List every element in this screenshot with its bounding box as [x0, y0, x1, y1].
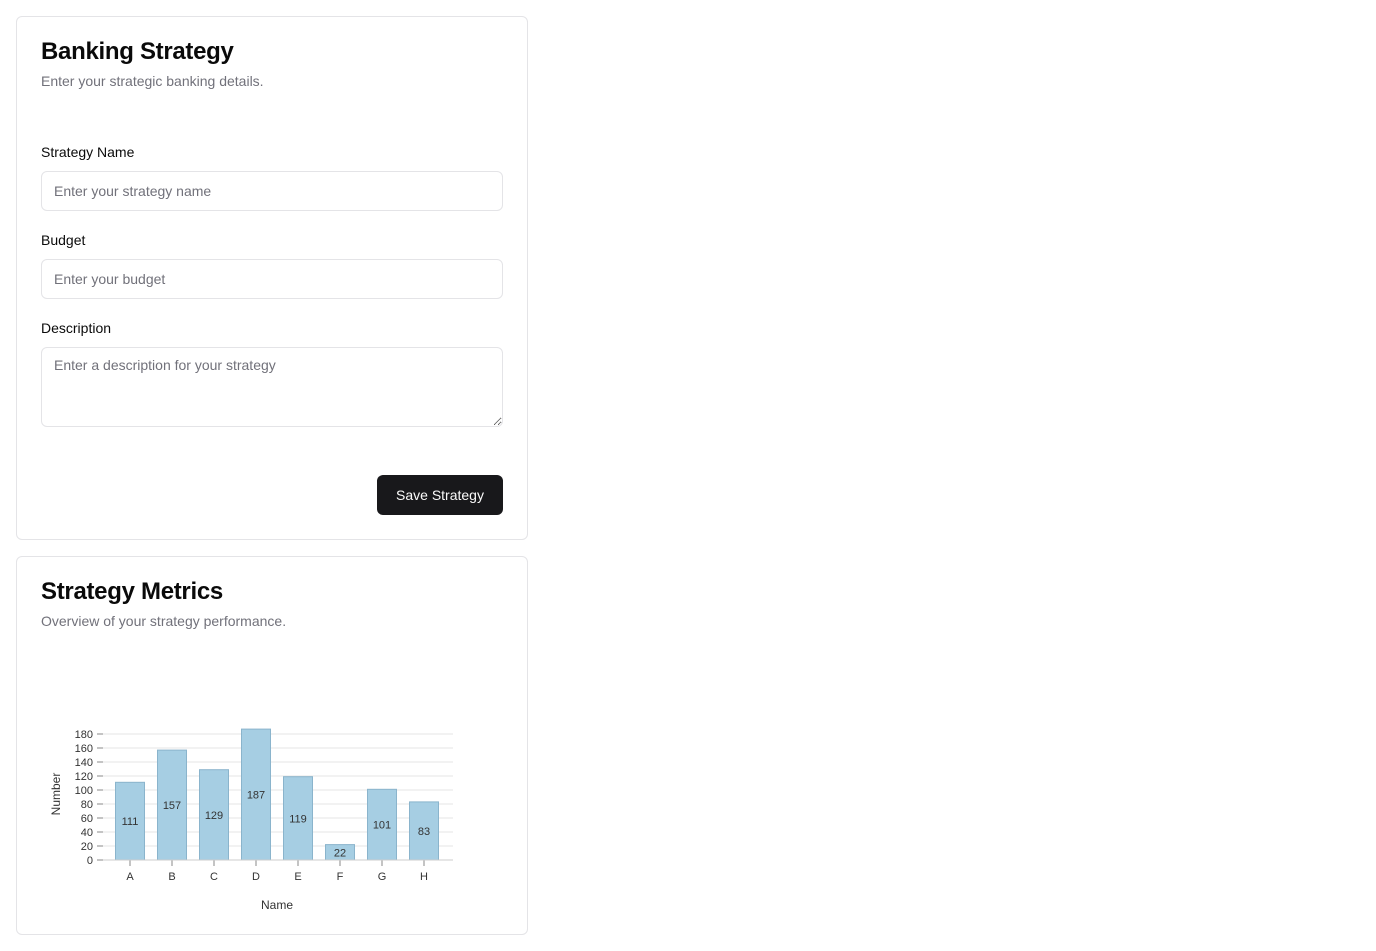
budget-label: Budget — [41, 232, 86, 248]
y-tick-label: 140 — [75, 757, 93, 769]
x-tick-label: C — [210, 871, 218, 883]
y-tick-label: 20 — [81, 841, 93, 853]
chart-bars: 111 157 129 187 119 22 101 83 — [115, 728, 439, 861]
y-tick-label: 0 — [87, 855, 93, 867]
x-tick-label: D — [252, 871, 260, 883]
chart-grid — [103, 733, 453, 861]
banking-strategy-card: Banking Strategy Enter your strategic ba… — [16, 16, 528, 540]
x-tick-label: A — [126, 871, 134, 883]
x-tick-label: E — [294, 871, 301, 883]
bar-value-label: 119 — [289, 813, 307, 825]
x-tick-label: B — [168, 871, 175, 883]
bar-value-label: 101 — [373, 820, 391, 832]
bar-value-label: 157 — [163, 800, 181, 812]
budget-input[interactable] — [41, 259, 503, 299]
bar-value-label: 111 — [122, 816, 139, 828]
y-axis-title: Number — [49, 773, 63, 816]
x-tick-label: H — [420, 871, 428, 883]
x-tick-label: F — [337, 871, 344, 883]
x-tick-label: G — [378, 871, 387, 883]
y-tick-label: 60 — [81, 813, 93, 825]
description-label: Description — [41, 320, 112, 336]
strategy-name-input[interactable] — [41, 171, 503, 211]
strategy-name-label: Strategy Name — [41, 144, 135, 160]
bar-chart: 111 157 129 187 119 22 101 83 0 20 40 60 80 100 120 14… — [49, 728, 453, 912]
card-title: Banking Strategy — [41, 38, 234, 65]
y-tick-label: 120 — [75, 771, 93, 783]
bar-value-label: 22 — [334, 847, 346, 859]
x-axis-title: Name — [261, 898, 293, 912]
description-textarea[interactable] — [41, 347, 503, 427]
bar-value-label: 187 — [247, 790, 265, 802]
strategy-metrics-card: Strategy Metrics Overview of your strate… — [16, 556, 528, 935]
y-tick-label: 40 — [81, 827, 93, 839]
card-description: Enter your strategic banking details. — [41, 73, 264, 89]
save-strategy-button[interactable]: Save Strategy — [377, 475, 503, 515]
bar-value-label: 83 — [418, 826, 430, 838]
bar-value-label: 129 — [205, 810, 223, 822]
y-tick-label: 180 — [75, 729, 93, 741]
y-tick-label: 100 — [75, 785, 93, 797]
y-tick-label: 160 — [75, 743, 93, 755]
y-tick-label: 80 — [81, 799, 93, 811]
